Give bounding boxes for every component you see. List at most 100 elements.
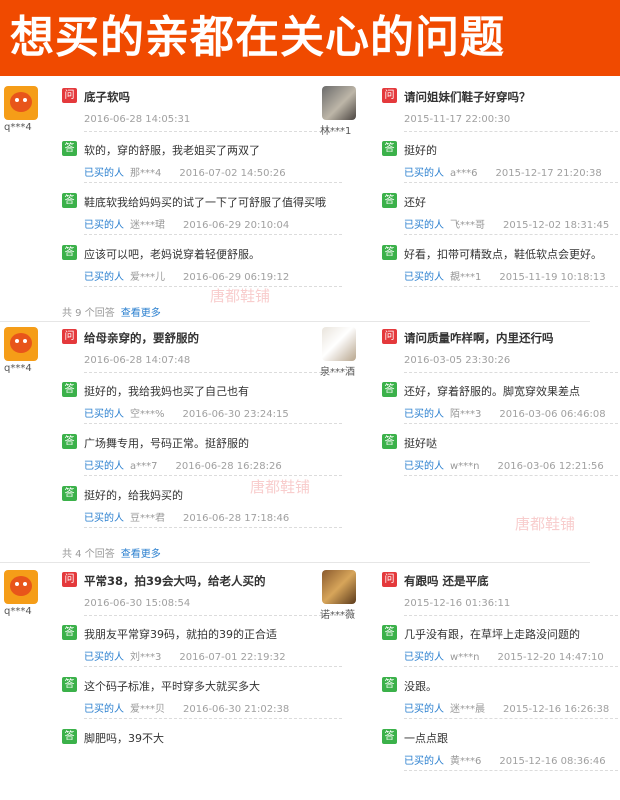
mascot-eye-icon [23, 582, 27, 586]
mascot-face-icon [10, 92, 32, 112]
answer-date: 2016-06-29 20:10:04 [183, 220, 290, 231]
question-text[interactable]: 平常38，拍39会大吗，给老人买的 [84, 573, 266, 589]
divider [84, 666, 342, 667]
question-date: 2016-06-28 14:07:48 [84, 355, 191, 366]
buyer-label[interactable]: 已买的人 [84, 704, 124, 715]
answer-meta: 已买的人 w***n 2015-12-20 14:47:10 [404, 648, 604, 663]
divider [84, 615, 342, 616]
answer-date: 2015-12-17 21:20:38 [495, 168, 602, 179]
mascot-face-icon [10, 576, 32, 596]
buyer-label[interactable]: 已买的人 [84, 168, 124, 179]
answer-meta: 已买的人 豆***君 2016-06-28 17:18:46 [84, 509, 289, 524]
question-badge: 问 [382, 88, 397, 103]
buyer-label[interactable]: 已买的人 [404, 272, 444, 283]
question-text[interactable]: 给母亲穿的，要舒服的 [84, 330, 199, 346]
answer-user: 覩***1 [450, 272, 482, 283]
question-badge: 问 [62, 329, 77, 344]
answer-badge: 答 [62, 245, 77, 260]
asker-name: 泉***酒 [320, 367, 355, 378]
divider [404, 718, 618, 719]
answer-text: 挺好哒 [404, 437, 437, 450]
orange-mascot-icon[interactable] [4, 86, 38, 120]
buyer-label[interactable]: 已买的人 [84, 652, 124, 663]
answer-date: 2015-12-16 16:26:38 [503, 704, 610, 715]
buyer-label[interactable]: 已买的人 [84, 513, 124, 524]
answer-text: 这个码子标准，平时穿多大就买多大 [84, 680, 260, 693]
answer-meta: 已买的人 飞***哥 2015-12-02 18:31:45 [404, 216, 609, 231]
divider [84, 423, 342, 424]
answer-user: 爱***贝 [130, 704, 165, 715]
buyer-label[interactable]: 已买的人 [84, 409, 124, 420]
photo-avatar[interactable] [322, 86, 356, 120]
buyer-label[interactable]: 已买的人 [404, 704, 444, 715]
answer-meta: 已买的人 a***7 2016-06-28 16:28:26 [84, 457, 282, 472]
buyer-label[interactable]: 已买的人 [404, 409, 444, 420]
question-badge: 问 [62, 88, 77, 103]
answer-badge: 答 [62, 729, 77, 744]
view-more-link[interactable]: 查看更多 [121, 308, 161, 319]
answer-text: 应该可以吧，老妈说穿着轻便舒服。 [84, 248, 260, 261]
answer-badge: 答 [62, 677, 77, 692]
answer-text: 好看，扣带可精致点，鞋低软点会更好。 [404, 248, 602, 261]
orange-mascot-icon[interactable] [4, 327, 38, 361]
answer-date: 2016-06-29 06:19:12 [183, 272, 290, 283]
answer-user: 爱***儿 [130, 272, 165, 283]
answers-footer: 共 9 个回答 查看更多 [62, 304, 161, 319]
watermark: 唐都鞋铺 [515, 515, 576, 533]
buyer-label[interactable]: 已买的人 [404, 168, 444, 179]
answer-user: w***n [450, 461, 480, 472]
buyer-label[interactable]: 已买的人 [404, 461, 444, 472]
answer-meta: 已买的人 迷***珺 2016-06-29 20:10:04 [84, 216, 289, 231]
watermark: 唐都鞋铺 [250, 478, 311, 496]
answer-text: 我朋友平常穿39码，就拍的39的正合适 [84, 628, 277, 641]
mascot-eye-icon [23, 98, 27, 102]
question-text[interactable]: 请问质量咋样啊，内里还行吗 [404, 330, 554, 346]
question-text[interactable]: 有跟吗 还是平底 [404, 573, 489, 589]
buyer-label[interactable]: 已买的人 [404, 220, 444, 231]
answer-badge: 答 [62, 434, 77, 449]
question-badge: 问 [382, 572, 397, 587]
answer-text: 软的，穿的舒服，我老姐买了两双了 [84, 144, 260, 157]
answer-badge: 答 [62, 141, 77, 156]
page-title: 想买的亲都在关心的问题 [10, 12, 505, 63]
buyer-label[interactable]: 已买的人 [84, 220, 124, 231]
food-photo-avatar[interactable] [322, 570, 356, 604]
answer-user: a***6 [450, 168, 478, 179]
buyer-label[interactable]: 已买的人 [404, 652, 444, 663]
answer-text: 没跟。 [404, 680, 437, 693]
mascot-eye-icon [15, 582, 19, 586]
block-separator [0, 562, 590, 563]
answer-meta: 已买的人 a***6 2015-12-17 21:20:38 [404, 164, 602, 179]
orange-mascot-icon[interactable] [4, 570, 38, 604]
divider [404, 234, 618, 235]
question-text[interactable]: 底子软吗 [84, 89, 130, 105]
answer-date: 2015-12-16 08:36:46 [499, 756, 606, 767]
asker-name: q***4 [4, 606, 32, 617]
divider [404, 666, 618, 667]
view-more-link[interactable]: 查看更多 [121, 549, 161, 560]
answer-text: 几乎没有跟，在草坪上走路没问题的 [404, 628, 580, 641]
answer-user: 空***% [130, 409, 165, 420]
answer-user: 陌***3 [450, 409, 482, 420]
divider [404, 131, 618, 132]
question-date: 2015-12-16 01:36:11 [404, 598, 511, 609]
qa-block: q***4 问底子软吗 2016-06-28 14:05:31 答软的，穿的舒服，我老… [0, 86, 620, 322]
buyer-label[interactable]: 已买的人 [404, 756, 444, 767]
question-date: 2015-11-17 22:00:30 [404, 114, 511, 125]
answer-badge: 答 [62, 193, 77, 208]
answer-user: a***7 [130, 461, 158, 472]
answer-meta: 已买的人 陌***3 2016-03-06 06:46:08 [404, 405, 606, 420]
buyer-label[interactable]: 已买的人 [84, 272, 124, 283]
divider [84, 234, 342, 235]
question-text[interactable]: 请问姐妹们鞋子好穿吗？ [404, 89, 531, 105]
mascot-eye-icon [15, 98, 19, 102]
answer-meta: 已买的人 覩***1 2015-11-19 10:18:13 [404, 268, 606, 283]
cat-photo-avatar[interactable] [322, 327, 356, 361]
answer-date: 2015-12-20 14:47:10 [497, 652, 604, 663]
answers-footer: 共 4 个回答 查看更多 [62, 545, 161, 560]
answer-date: 2016-07-02 14:50:26 [179, 168, 286, 179]
answer-meta: 已买的人 空***% 2016-06-30 23:24:15 [84, 405, 289, 420]
answer-badge: 答 [382, 245, 397, 260]
buyer-label[interactable]: 已买的人 [84, 461, 124, 472]
answer-date: 2016-06-30 23:24:15 [182, 409, 289, 420]
